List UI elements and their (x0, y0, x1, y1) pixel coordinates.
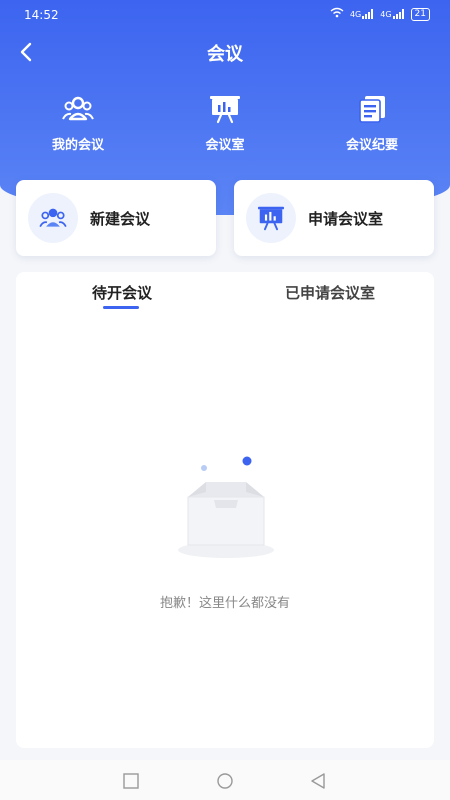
tab-indicator (103, 306, 139, 309)
quick-nav: 我的会议 会议室 会议纪要 (0, 92, 450, 162)
system-navbar (0, 760, 450, 800)
meeting-minutes-button[interactable]: 会议纪要 (312, 92, 432, 153)
quick-nav-label: 会议纪要 (345, 138, 398, 153)
page-title: 会议 (207, 44, 243, 65)
system-back-button[interactable] (309, 772, 327, 790)
circle-icon (217, 773, 233, 789)
apply-meeting-room-label: 申请会议室 (308, 209, 384, 228)
triangle-back-icon (311, 773, 325, 789)
status-icons: 4G 4G 21 (330, 7, 430, 21)
signal-icon: 4G (350, 9, 374, 19)
presentation-board-icon (165, 92, 285, 126)
quick-nav-label: 我的会议 (51, 138, 104, 153)
group-icon (28, 193, 78, 243)
empty-message: 抱歉！这里什么都没有 (159, 596, 290, 611)
quick-nav-label: 会议室 (205, 138, 245, 153)
meeting-rooms-button[interactable]: 会议室 (165, 92, 285, 153)
meeting-list-panel: 待开会议 已申请会议室 抱歉！这里什么都没有 (16, 272, 434, 748)
wifi-icon (330, 7, 344, 21)
my-meetings-button[interactable]: 我的会议 (18, 92, 138, 153)
home-button[interactable] (216, 772, 234, 790)
notes-icon (312, 92, 432, 126)
new-meeting-label: 新建会议 (90, 209, 151, 228)
recent-apps-button[interactable] (122, 772, 140, 790)
apply-meeting-room-button[interactable]: 申请会议室 (234, 180, 434, 256)
presentation-board-icon (246, 193, 296, 243)
signal-label: 4G (349, 10, 362, 19)
square-icon (123, 773, 139, 789)
status-time: 14:52 (24, 8, 59, 22)
battery-icon: 21 (410, 7, 430, 21)
tab-applied-rooms[interactable]: 已申请会议室 (270, 282, 390, 303)
signal-label: 4G (380, 10, 392, 19)
group-icon (18, 92, 138, 126)
empty-box-icon (166, 452, 286, 562)
signal-icon: 4G (380, 9, 404, 19)
tab-pending-meetings[interactable]: 待开会议 (80, 282, 164, 303)
new-meeting-button[interactable]: 新建会议 (16, 180, 216, 256)
status-bar: 14:52 4G 4G 21 (0, 0, 450, 30)
